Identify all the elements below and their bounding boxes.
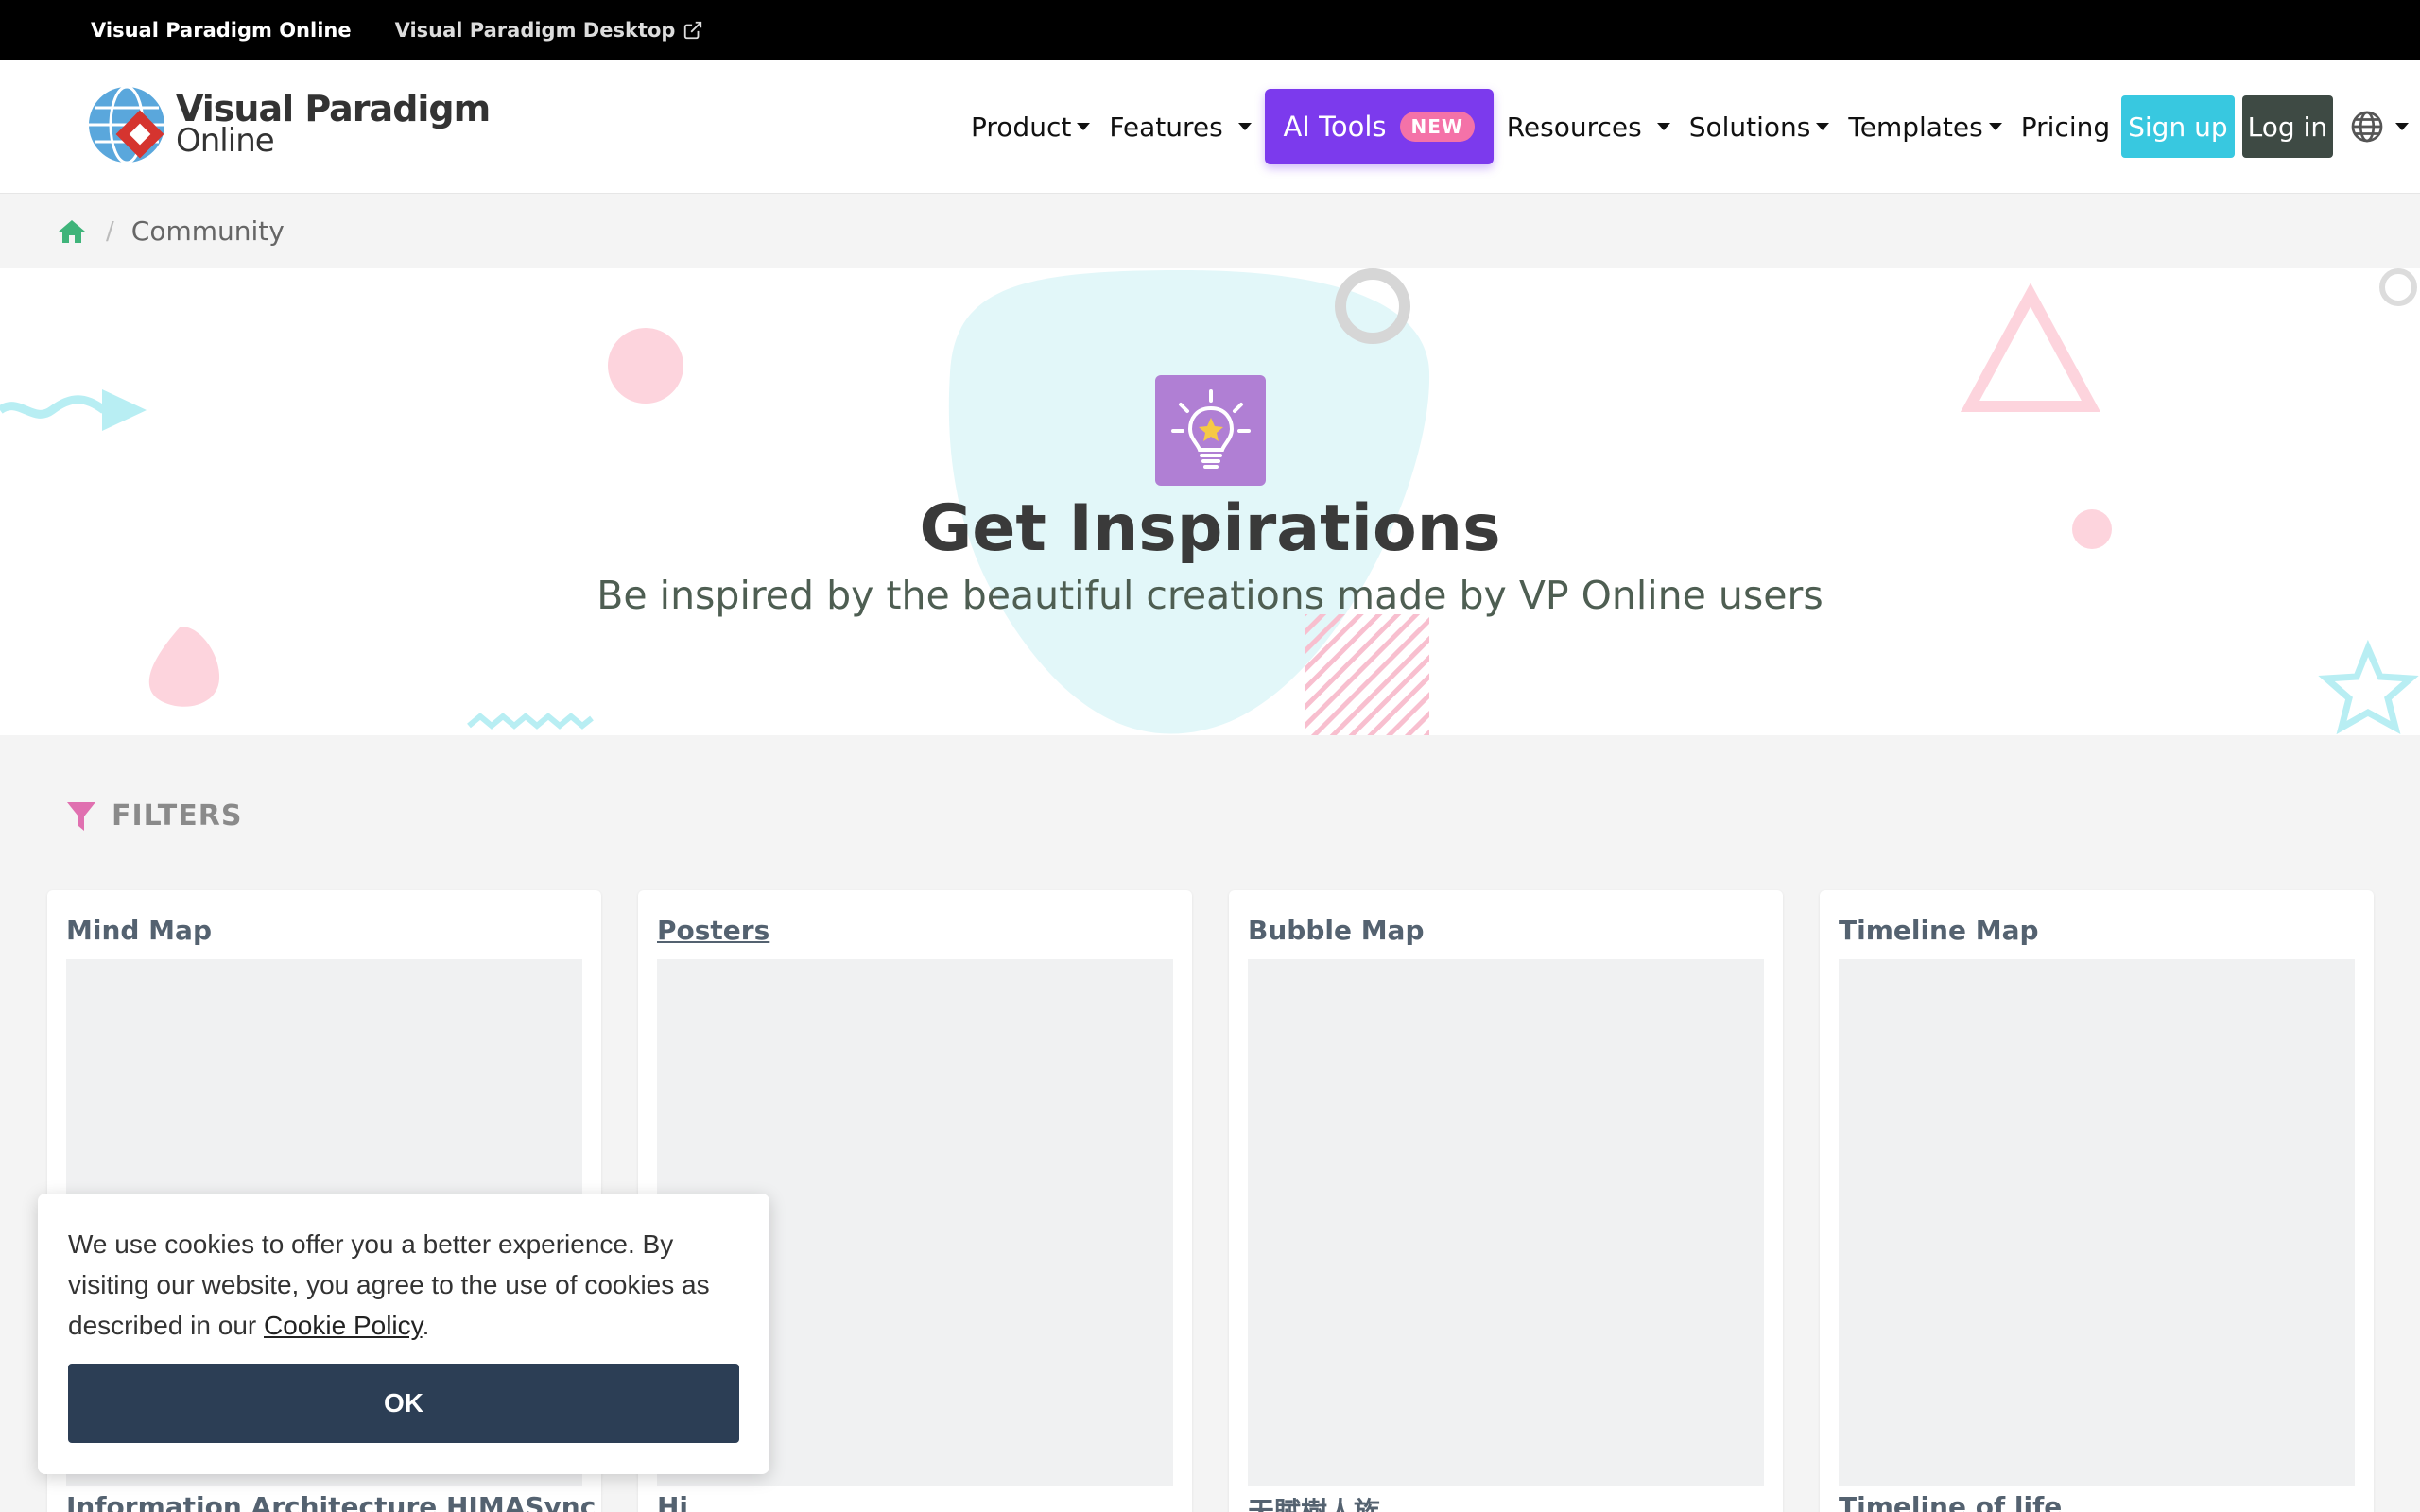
cyan-star	[2318, 639, 2419, 735]
hero-banner: Get Inspirations Be inspired by the beau…	[0, 268, 2420, 735]
card-caption[interactable]: Hi	[657, 1491, 688, 1512]
grey-ring-small	[2379, 268, 2417, 306]
card-category-title[interactable]: Mind Map	[66, 915, 212, 946]
chevron-down-icon	[2395, 123, 2410, 130]
nav-features[interactable]: Features	[1109, 111, 1252, 143]
chevron-down-icon	[1077, 123, 1091, 130]
language-selector[interactable]	[2350, 110, 2410, 144]
signup-button[interactable]: Sign up	[2121, 95, 2235, 158]
card-thumbnail[interactable]	[1248, 959, 1764, 1486]
globe-icon	[2351, 111, 2383, 143]
ai-tools-button[interactable]: AI Tools NEW	[1264, 89, 1494, 164]
card-category-title[interactable]: Bubble Map	[1248, 915, 1425, 946]
nav-product-label: Product	[971, 111, 1072, 143]
nav-pricing-label: Pricing	[2020, 111, 2111, 143]
link-vp-online-label: Visual Paradigm Online	[91, 19, 352, 42]
cyan-arrowhead	[102, 389, 147, 431]
cookie-text-end: .	[422, 1311, 430, 1340]
nav-resources[interactable]: Resources	[1507, 112, 1670, 143]
chevron-down-icon	[1656, 123, 1670, 130]
cookie-message: We use cookies to offer you a better exp…	[68, 1224, 739, 1346]
home-icon[interactable]	[57, 218, 87, 245]
link-vp-desktop[interactable]: Visual Paradigm Desktop	[395, 19, 704, 42]
nav-product[interactable]: Product	[971, 111, 1091, 143]
new-badge: NEW	[1399, 112, 1475, 142]
filters-label: FILTERS	[112, 799, 243, 833]
nav-pricing[interactable]: Pricing	[2021, 112, 2110, 143]
nav-features-label: Features	[1109, 111, 1223, 143]
gallery-card[interactable]: Timeline Map Timeline of life	[1820, 890, 2374, 1512]
card-thumbnail[interactable]	[1839, 959, 2355, 1486]
pink-triangle	[1960, 283, 2101, 412]
hero-subtitle: Be inspired by the beautiful creations m…	[596, 573, 1824, 618]
logo[interactable]: Visual Paradigm Online	[85, 81, 491, 168]
cookie-policy-link[interactable]: Cookie Policy	[264, 1311, 423, 1340]
striped-block	[1305, 614, 1429, 735]
pink-blob	[148, 627, 220, 707]
cyan-zigzag	[467, 713, 594, 730]
card-caption[interactable]: Information Architecture HIMASync	[66, 1491, 596, 1512]
logo-line1: Visual Paradigm	[176, 88, 491, 129]
card-category-title[interactable]: Posters	[657, 915, 769, 946]
card-category-title[interactable]: Timeline Map	[1839, 915, 2039, 946]
chevron-down-icon	[1988, 123, 2002, 130]
nav-resources-label: Resources	[1506, 111, 1642, 143]
main-header: Visual Paradigm Online Product Features …	[0, 60, 2420, 194]
logo-line2: Online	[176, 122, 275, 160]
nav-templates-label: Templates	[1848, 111, 1983, 143]
cookie-ok-button[interactable]: OK	[68, 1364, 739, 1443]
gallery-card[interactable]: Bubble Map 天賦樹人族	[1229, 890, 1783, 1512]
filter-icon	[67, 801, 95, 831]
pink-circle	[608, 328, 683, 404]
card-caption[interactable]: 天賦樹人族	[1248, 1491, 1380, 1512]
link-vp-desktop-label: Visual Paradigm Desktop	[394, 19, 676, 42]
main-nav: Product Features AI Tools NEW Resources S…	[971, 89, 2410, 164]
breadcrumb-separator: /	[106, 216, 114, 246]
chevron-down-icon	[1816, 123, 1830, 130]
filters-toggle[interactable]: FILTERS	[66, 799, 242, 833]
ai-tools-label: AI Tools	[1283, 111, 1387, 143]
breadcrumb-current: Community	[130, 215, 285, 247]
nav-templates[interactable]: Templates	[1848, 111, 2002, 143]
card-caption[interactable]: Timeline of life	[1839, 1491, 2062, 1512]
top-bar: Visual Paradigm Online Visual Paradigm D…	[0, 0, 2420, 60]
cookie-banner: We use cookies to offer you a better exp…	[38, 1194, 769, 1474]
lightbulb-icon	[1155, 375, 1266, 486]
nav-solutions-label: Solutions	[1688, 111, 1811, 143]
breadcrumb: / Community	[0, 194, 2420, 268]
external-link-icon	[684, 21, 702, 40]
logo-globe-icon	[89, 85, 164, 164]
login-button[interactable]: Log in	[2241, 95, 2334, 158]
hero-title: Get Inspirations	[919, 491, 1501, 566]
link-vp-online[interactable]: Visual Paradigm Online	[91, 19, 352, 42]
cyan-wave	[0, 395, 107, 419]
nav-solutions[interactable]: Solutions	[1689, 112, 1830, 143]
chevron-down-icon	[1237, 123, 1252, 130]
